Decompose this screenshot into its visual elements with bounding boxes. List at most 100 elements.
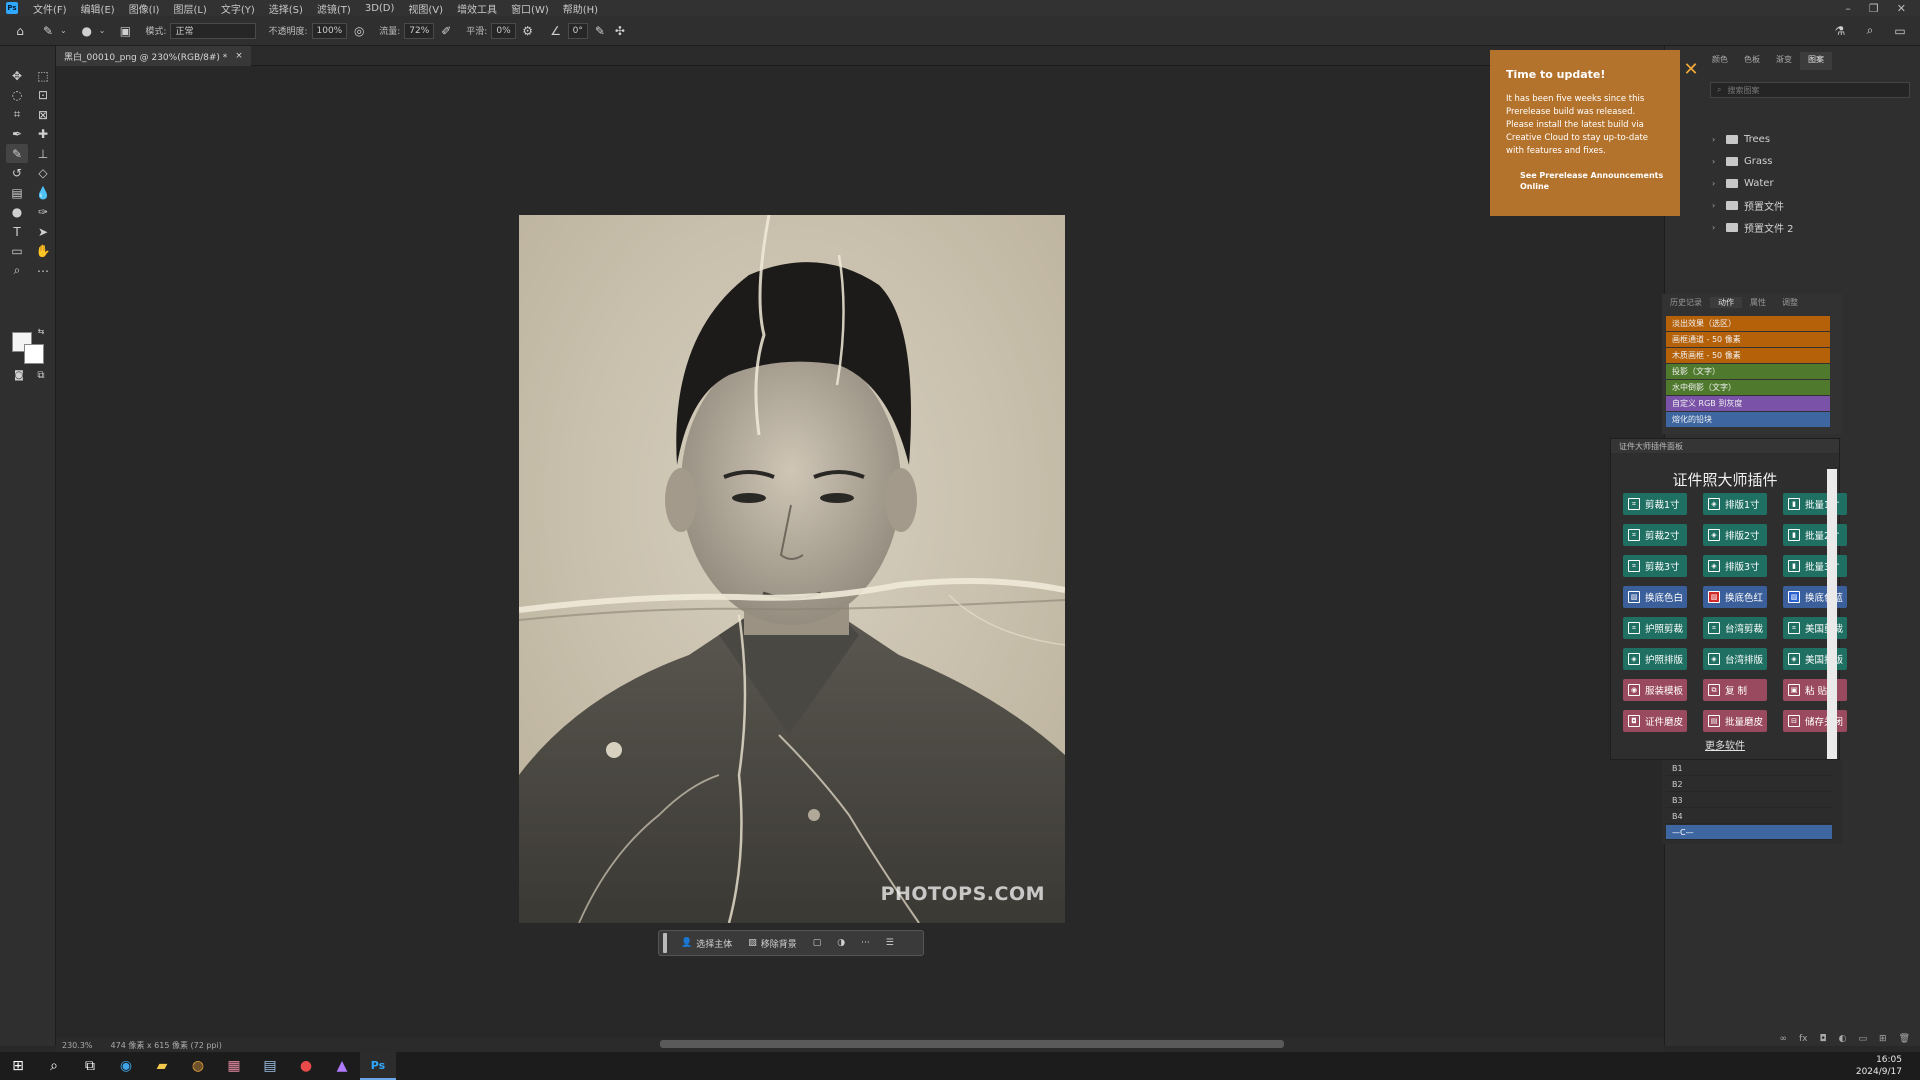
system-clock[interactable]: 16:05 2024/9/17 — [1856, 1054, 1920, 1078]
group-icon[interactable]: ▭ — [1859, 1034, 1868, 1048]
plugin-button[interactable]: ▣ 粘 贴 — [1783, 679, 1847, 701]
chrome-icon[interactable]: ◍ — [180, 1052, 216, 1080]
plugin-button[interactable]: ⧉ 复 制 — [1703, 679, 1767, 701]
close-window-button[interactable]: ✕ — [1897, 2, 1906, 15]
more-options-button[interactable]: ··· — [853, 938, 878, 948]
tab-color[interactable]: 颜色 — [1704, 52, 1736, 70]
transform-icon[interactable]: ▢ — [805, 938, 830, 948]
plugin-button[interactable]: ◈ 台湾排版 — [1703, 648, 1767, 670]
search-icon[interactable]: ⌕ — [36, 1052, 72, 1080]
settings-sliders-icon[interactable]: ☰ — [878, 938, 902, 948]
pattern-search-input[interactable]: ⌕ 搜索图案 — [1710, 82, 1910, 98]
action-item[interactable]: 熔化的铅块 — [1666, 412, 1830, 427]
edge-browser-icon[interactable]: ◉ — [108, 1052, 144, 1080]
brush-preset-icon[interactable]: ● — [79, 23, 95, 39]
horizontal-scrollbar[interactable] — [660, 1040, 1284, 1048]
tab-swatches[interactable]: 色板 — [1736, 52, 1768, 70]
plugin-button[interactable]: ⌗ 护照剪裁 — [1623, 617, 1687, 639]
remove-background-button[interactable]: ▨ 移除背景 — [740, 937, 805, 950]
symmetry-icon[interactable]: ✣ — [612, 23, 628, 39]
plugin-button[interactable]: ▨ 换底色蓝 — [1783, 586, 1847, 608]
mode-select[interactable]: 正常 — [170, 22, 257, 39]
menu-window[interactable]: 窗口(W) — [504, 1, 556, 16]
marquee-tool-icon[interactable]: ⬚ — [32, 66, 54, 85]
type-tool-icon[interactable]: T — [6, 222, 28, 241]
angle-field[interactable]: 0° — [567, 22, 588, 39]
opacity-field[interactable]: 100% — [311, 22, 348, 39]
background-color-swatch[interactable] — [24, 344, 44, 364]
menu-help[interactable]: 帮助(H) — [556, 1, 605, 16]
action-item[interactable]: 自定义 RGB 到灰度 — [1666, 396, 1830, 411]
plugin-scrollbar[interactable] — [1827, 469, 1837, 759]
zoom-level[interactable]: 230.3% — [62, 1041, 93, 1050]
media-app-icon[interactable]: ● — [288, 1052, 324, 1080]
chat-app-icon[interactable]: ▤ — [252, 1052, 288, 1080]
menu-layer[interactable]: 图层(L) — [166, 1, 213, 16]
menu-edit[interactable]: 编辑(E) — [74, 1, 122, 16]
frame-tool-icon[interactable]: ⊠ — [32, 105, 54, 124]
plugin-button[interactable]: ▨ 换底色白 — [1623, 586, 1687, 608]
adjustment-layer-icon[interactable]: ◐ — [1839, 1034, 1847, 1048]
plugin-button[interactable]: ▮ 批量1寸 — [1783, 493, 1847, 515]
plugin-button[interactable]: ⊟ 储存关闭 — [1783, 710, 1847, 732]
folder-item[interactable]: › Water — [1712, 172, 1912, 194]
close-tab-icon[interactable]: × — [235, 51, 243, 61]
plugin-button[interactable]: ⌗ 美国剪裁 — [1783, 617, 1847, 639]
action-item[interactable]: 淡出效果（选区） — [1666, 316, 1830, 331]
file-explorer-icon[interactable]: ▰ — [144, 1052, 180, 1080]
beaker-icon[interactable]: ⚗ — [1832, 23, 1848, 39]
pen-tool-icon[interactable]: ✑ — [32, 203, 54, 222]
task-view-icon[interactable]: ⧉ — [72, 1052, 108, 1080]
plugin-button[interactable]: ▮ 批量2寸 — [1783, 524, 1847, 546]
pressure-opacity-icon[interactable]: ◎ — [351, 23, 367, 39]
tab-actions[interactable]: 动作 — [1710, 296, 1742, 308]
action-item[interactable]: 水中倒影（文字） — [1666, 380, 1830, 395]
hand-tool-icon[interactable]: ✋ — [32, 242, 54, 261]
mask-icon[interactable]: ◘ — [1820, 1034, 1827, 1048]
brush-tool-icon[interactable]: ✎ — [40, 23, 56, 39]
workspace-icon[interactable]: ▭ — [1892, 23, 1908, 39]
path-select-tool-icon[interactable]: ➤ — [32, 222, 54, 241]
swap-colors-icon[interactable]: ⇆ — [36, 326, 46, 336]
gradient-tool-icon[interactable]: ▤ — [6, 183, 28, 202]
more-tools-icon[interactable]: ⋯ — [32, 261, 54, 280]
photoshop-taskbar-icon[interactable]: Ps — [360, 1052, 396, 1080]
brush-tool-icon[interactable]: ✎ — [6, 144, 28, 163]
healing-tool-icon[interactable]: ✚ — [32, 125, 54, 144]
pressure-size-icon[interactable]: ✎ — [592, 23, 608, 39]
document-photo[interactable]: PHOTOPS.COM — [519, 215, 1065, 923]
folder-item[interactable]: › Trees — [1712, 128, 1912, 150]
move-tool-icon[interactable]: ✥ — [6, 66, 28, 85]
document-size[interactable]: 474 像素 x 615 像素 (72 ppi) — [111, 1040, 222, 1051]
brush-settings-icon[interactable]: ▣ — [117, 23, 133, 39]
stamp-tool-icon[interactable]: ⊥ — [32, 144, 54, 163]
search-icon[interactable]: ⌕ — [1862, 23, 1878, 39]
eyedropper-tool-icon[interactable]: ✒ — [6, 125, 28, 144]
plugin-button[interactable]: ◉ 服装模板 — [1623, 679, 1687, 701]
app-icon[interactable]: ▦ — [216, 1052, 252, 1080]
plugin-button[interactable]: ◈ 护照排版 — [1623, 648, 1687, 670]
menu-plugins[interactable]: 增效工具 — [450, 1, 504, 16]
menu-type[interactable]: 文字(Y) — [214, 1, 262, 16]
shape-tool-icon[interactable]: ▭ — [6, 242, 28, 261]
more-software-link[interactable]: 更多软件 — [1611, 737, 1839, 752]
blur-tool-icon[interactable]: 💧 — [32, 183, 54, 202]
windows-start-icon[interactable]: ⊞ — [0, 1052, 36, 1080]
new-layer-icon[interactable]: ⊞ — [1879, 1034, 1887, 1048]
action-item[interactable]: 投影（文字） — [1666, 364, 1830, 379]
folder-item[interactable]: › 预置文件 2 — [1712, 216, 1912, 238]
minimize-button[interactable]: – — [1845, 2, 1851, 15]
action-item[interactable]: 木质画框 - 50 像素 — [1666, 348, 1830, 363]
quick-mask-icon[interactable]: ◙ — [8, 366, 30, 385]
layer-row[interactable]: B4 — [1666, 809, 1832, 824]
fx-icon[interactable]: fx — [1799, 1034, 1808, 1048]
gear-icon[interactable]: ⚙ — [520, 23, 536, 39]
drag-handle[interactable] — [663, 933, 667, 953]
restore-button[interactable]: ❐ — [1869, 2, 1879, 15]
tab-gradients[interactable]: 渐变 — [1768, 52, 1800, 70]
flow-field[interactable]: 72% — [404, 22, 435, 39]
plugin-button[interactable]: ◘ 证件磨皮 — [1623, 710, 1687, 732]
plugin-button[interactable]: ▨ 换底色红 — [1703, 586, 1767, 608]
smoothing-field[interactable]: 0% — [491, 22, 516, 39]
layer-row[interactable]: B1 — [1666, 761, 1832, 776]
